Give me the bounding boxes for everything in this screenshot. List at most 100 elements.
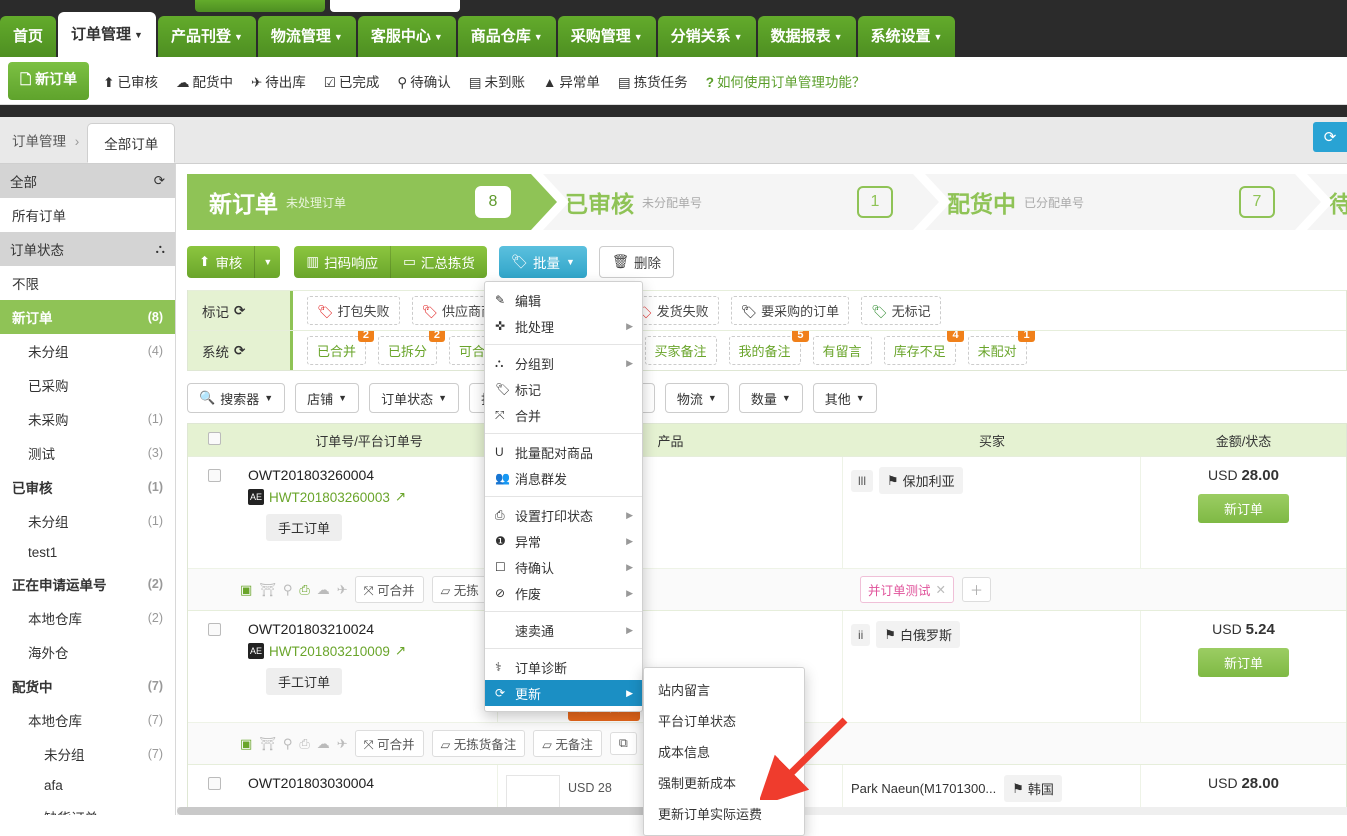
order-number[interactable]: OWT201803210024 <box>248 621 489 637</box>
select-all-checkbox[interactable] <box>207 432 221 445</box>
nav-tab-reports[interactable]: 数据报表 ▼ <box>757 16 856 57</box>
refresh-icon[interactable]: ⟳ <box>234 343 245 359</box>
sidebar-item-applying-tracking[interactable]: 正在申请运单号 (2) <box>0 567 175 601</box>
tab-all-orders[interactable]: 全部订单 <box>87 123 176 163</box>
tag-row-label-system[interactable]: 系统 ⟳ <box>188 331 293 370</box>
sublink-picking[interactable]: ☁ 配货中 <box>176 71 233 91</box>
row-checkbox[interactable] <box>207 623 221 636</box>
sublink-abnormal[interactable]: ▲ 异常单 <box>543 71 600 91</box>
row-checkbox[interactable] <box>207 469 221 482</box>
menu-item-batch-process[interactable]: ✜ 批处理 ▶ <box>485 313 642 339</box>
refresh-icon[interactable]: ⟳ <box>154 173 165 189</box>
cloud-icon[interactable]: ☁ <box>317 582 330 598</box>
tag-chip-split[interactable]: 已拆分 2 <box>378 331 446 365</box>
location-icon[interactable]: ⚲ <box>283 582 293 598</box>
sidebar-item-not-purchased[interactable]: 未采购 (1) <box>0 402 175 436</box>
money-icon[interactable]: ▣ <box>240 582 252 598</box>
plane-icon[interactable]: ✈ <box>337 582 348 598</box>
nav-tab-settings[interactable]: 系统设置 ▼ <box>857 16 956 57</box>
refresh-icon[interactable]: ⟳ <box>234 303 245 319</box>
filter-order-status[interactable]: 订单状态 ▼ <box>369 383 459 413</box>
menu-item-update[interactable]: ⟳ 更新 ▶ <box>485 680 642 706</box>
submenu-item-force-update-cost[interactable]: 强制更新成本 <box>644 767 804 798</box>
audit-dropdown-toggle[interactable]: ▼ <box>254 246 281 278</box>
sidebar-item-test[interactable]: 测试 (3) <box>0 436 175 470</box>
filter-logistics[interactable]: 物流 ▼ <box>664 383 729 413</box>
tag-row-label-marks[interactable]: 标记 ⟳ <box>188 291 293 330</box>
tag-chip-to-purchase[interactable]: 🏷 要采购的订单 <box>730 296 850 325</box>
help-link[interactable]: ? 如何使用订单管理功能？ <box>706 71 866 91</box>
menu-item-batch-match-product[interactable]: U 批量配对商品 <box>485 439 642 465</box>
batch-button[interactable]: 🏷 批量 ▼ <box>498 246 587 278</box>
sidebar-item-afa[interactable]: afa <box>0 771 175 800</box>
submenu-item-platform-order-status[interactable]: 平台订单状态 <box>644 705 804 736</box>
sidebar-item-test1[interactable]: test1 <box>0 538 175 567</box>
audit-button[interactable]: ⬆ 审核 <box>187 246 255 278</box>
filter-searcher[interactable]: 🔍 搜索器 ▼ <box>187 383 286 413</box>
sidebar-item-picking[interactable]: 配货中 (7) <box>0 669 175 703</box>
money-icon[interactable]: ▣ <box>240 736 252 752</box>
new-order-button[interactable]: 🗋 新订单 <box>8 61 90 100</box>
menu-item-set-print-status[interactable]: ⎙ 设置打印状态 ▶ <box>485 502 642 528</box>
no-note-button[interactable]: ▱ 无备注 <box>533 730 602 757</box>
sidebar-group-header-all[interactable]: 全部 ⟳ <box>0 164 175 198</box>
order-tag-chip[interactable]: 并订单测试 ✕ <box>859 576 954 603</box>
sidebar-item-all-orders[interactable]: 所有订单 <box>0 198 175 232</box>
sublink-audited[interactable]: ⬆ 已审核 <box>103 71 158 91</box>
menu-item-pending-confirm[interactable]: ☐ 待确认 ▶ <box>485 554 642 580</box>
nav-tab-purchasing[interactable]: 采购管理 ▼ <box>557 16 656 57</box>
order-number[interactable]: OWT201803260004 <box>248 467 489 483</box>
scan-response-button[interactable]: ▥ 扫码响应 <box>294 246 391 278</box>
menu-item-abnormal[interactable]: ❶ 异常 ▶ <box>485 528 642 554</box>
add-tag-button[interactable]: ＋ <box>961 577 991 602</box>
row-checkbox[interactable] <box>207 777 221 790</box>
tag-chip-my-note[interactable]: 我的备注 5 <box>728 331 809 365</box>
sidebar-item-ungrouped-new[interactable]: 未分组 (4) <box>0 334 175 368</box>
nav-tab-home[interactable]: 首页 <box>0 16 57 57</box>
breadcrumb[interactable]: 订单管理 › <box>0 130 87 163</box>
sublink-picking-task[interactable]: ▤ 拣货任务 <box>618 71 688 91</box>
sidebar-item-ungrouped-audited[interactable]: 未分组 (1) <box>0 504 175 538</box>
printer-icon[interactable]: ⎙ <box>299 582 309 598</box>
nav-tab-product-listing[interactable]: 产品刊登 ▼ <box>157 16 256 57</box>
menu-item-order-diagnosis[interactable]: ⚕ 订单诊断 <box>485 654 642 680</box>
menu-item-merge[interactable]: ⤧ 合并 <box>485 402 642 428</box>
tag-chip-buyer-note[interactable]: 买家备注 <box>644 336 717 365</box>
tag-chip-merged[interactable]: 已合并 2 <box>307 331 375 365</box>
sidebar-item-overseas-warehouse-applying[interactable]: 海外仓 <box>0 635 175 669</box>
tag-chip-no-mark[interactable]: 🏷 无标记 <box>861 296 941 325</box>
sidebar-item-unlimited[interactable]: 不限 <box>0 266 175 300</box>
status-badge[interactable]: 新订单 <box>1197 494 1289 523</box>
printer-icon[interactable]: ⎙ <box>299 736 309 752</box>
platform-order-number[interactable]: AE HWT201803210009 ↗ <box>248 643 489 659</box>
external-link-icon[interactable]: ↗ <box>395 643 406 659</box>
mergeable-button[interactable]: ⤧ 可合并 <box>354 730 424 757</box>
status-step-audited[interactable]: 已审核 未分配单号 1 <box>543 174 939 230</box>
sidebar-item-local-warehouse-picking[interactable]: 本地仓库 (7) <box>0 703 175 737</box>
nav-tab-customer-service[interactable]: 客服中心 ▼ <box>357 16 456 57</box>
filter-other[interactable]: 其他 ▼ <box>812 383 877 413</box>
sitemap-icon[interactable]: ⛬ <box>156 241 165 257</box>
order-number[interactable]: OWT201803030004 <box>248 775 489 791</box>
sidebar-group-header-status[interactable]: 订单状态 ⛬ <box>0 232 175 266</box>
copy-button[interactable]: ⧉ <box>609 732 637 755</box>
tag-chip-packing-failed[interactable]: 🏷 打包失败 <box>307 296 400 325</box>
menu-item-group-to[interactable]: ⛬ 分组到 ▶ <box>485 350 642 376</box>
platform-order-number[interactable]: AE HWT201803260003 ↗ <box>248 489 489 505</box>
sidebar-item-ungrouped-picking[interactable]: 未分组 (7) <box>0 737 175 771</box>
submenu-item-cost-info[interactable]: 成本信息 <box>644 736 804 767</box>
filter-quantity[interactable]: 数量 ▼ <box>738 383 803 413</box>
cloud-icon[interactable]: ☁ <box>317 736 330 752</box>
delete-button[interactable]: 🗑 删除 <box>598 246 675 278</box>
sidebar-item-audited[interactable]: 已审核 (1) <box>0 470 175 504</box>
mergeable-button[interactable]: ⤧ 可合并 <box>354 576 424 603</box>
nav-tab-distribution[interactable]: 分销关系 ▼ <box>657 16 756 57</box>
tag-chip-unmatched[interactable]: 未配对 1 <box>967 331 1035 365</box>
tag-chip-has-message[interactable]: 有留言 <box>812 336 872 365</box>
nav-tab-order-management[interactable]: 订单管理 ▼ <box>58 12 156 57</box>
status-badge[interactable]: 新订单 <box>1197 648 1289 677</box>
gift-icon[interactable]: ⛩ <box>259 736 276 752</box>
refresh-button[interactable]: ⟳ <box>1313 122 1347 152</box>
close-icon[interactable]: ✕ <box>936 582 946 597</box>
sublink-pending-shipment[interactable]: ✈ 待出库 <box>251 71 306 91</box>
